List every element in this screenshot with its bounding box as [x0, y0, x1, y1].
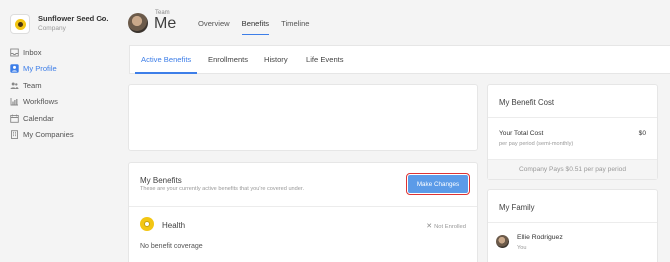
sidebar-nav: Inbox My Profile Team Workflows Calendar	[10, 44, 74, 143]
company-switcher[interactable]: Sunflower Seed Co. ⌄ Company	[10, 12, 110, 36]
benefit-name: Health	[162, 221, 186, 230]
sidebar-item-calendar[interactable]: Calendar	[10, 110, 74, 127]
benefit-cost-card: My Benefit Cost Your Total Cost $0 per p…	[487, 84, 658, 180]
sidebar-item-team[interactable]: Team	[10, 77, 74, 94]
card-title: My Benefits	[140, 176, 182, 185]
company-name: Sunflower Seed Co.	[38, 14, 109, 23]
sidebar-item-my-companies[interactable]: My Companies	[10, 127, 74, 144]
sidebar-item-my-profile[interactable]: My Profile	[10, 61, 74, 78]
calendar-icon	[10, 114, 19, 123]
avatar	[496, 235, 509, 248]
card-title: My Family	[499, 203, 535, 212]
page-title: Me	[154, 15, 177, 32]
divider	[488, 117, 657, 118]
company-pays-text: Company Pays $0.51 per pay period	[488, 159, 657, 179]
nav-benefits[interactable]: Benefits	[241, 19, 270, 35]
company-subtitle: Company	[38, 25, 66, 32]
sidebar-item-label: My Companies	[23, 130, 74, 140]
team-icon	[10, 81, 19, 90]
family-member-relation: You	[517, 245, 527, 251]
status-badge: ✕ Not Enrolled	[426, 222, 466, 230]
total-cost-value: $0	[638, 130, 646, 137]
page-header: Team Me Overview Benefits Timeline	[113, 0, 670, 40]
family-member-name[interactable]: Ellie Rodriguez	[517, 234, 563, 241]
sidebar-item-label: Team	[23, 80, 42, 90]
summary-panel	[128, 84, 478, 151]
status-text: Not Enrolled	[434, 224, 466, 230]
coverage-text: No benefit coverage	[140, 243, 203, 250]
benefits-tabs: Active Benefits Enrollments History Life…	[129, 45, 670, 74]
avatar	[128, 13, 148, 33]
nav-timeline[interactable]: Timeline	[281, 19, 309, 35]
inbox-icon	[10, 48, 19, 57]
sidebar-item-inbox[interactable]: Inbox	[10, 44, 74, 61]
sidebar-item-label: My Profile	[23, 64, 57, 74]
companies-icon	[10, 130, 19, 140]
sidebar-item-label: Inbox	[23, 47, 42, 57]
chevron-down-icon[interactable]: ⌄	[99, 14, 105, 22]
profile-icon	[10, 64, 19, 73]
pay-period-text: per pay period (semi-monthly)	[499, 141, 574, 147]
close-icon: ✕	[426, 223, 433, 230]
my-benefits-card: My Benefits These are your currently act…	[128, 162, 478, 262]
company-logo	[10, 14, 30, 34]
nav-overview[interactable]: Overview	[198, 19, 230, 35]
workflows-icon	[10, 97, 19, 106]
tab-active-benefits[interactable]: Active Benefits	[134, 46, 198, 74]
card-title: My Benefit Cost	[499, 98, 555, 107]
make-changes-button[interactable]: Make Changes	[406, 173, 470, 195]
tab-history[interactable]: History	[264, 46, 288, 73]
card-subtitle: These are your currently active benefits…	[140, 186, 304, 192]
tab-life-events[interactable]: Life Events	[306, 46, 344, 73]
total-cost-label: Your Total Cost	[499, 130, 544, 137]
divider	[129, 206, 477, 207]
tab-enrollments[interactable]: Enrollments	[208, 46, 248, 73]
sidebar-item-label: Calendar	[23, 113, 54, 123]
sidebar-item-workflows[interactable]: Workflows	[10, 94, 74, 111]
divider	[488, 222, 657, 223]
sidebar-item-label: Workflows	[23, 97, 58, 107]
header-nav: Overview Benefits Timeline	[198, 19, 310, 35]
health-icon	[140, 217, 154, 231]
sidebar: Sunflower Seed Co. ⌄ Company Inbox My Pr…	[0, 0, 113, 262]
my-family-card: My Family Ellie Rodriguez You	[487, 189, 658, 262]
